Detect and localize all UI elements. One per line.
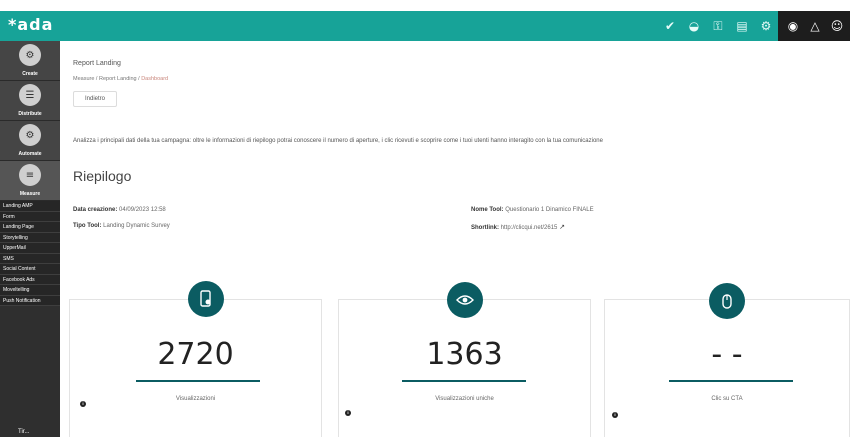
stat-label: Visualizzazioni uniche <box>435 396 494 402</box>
sidebar-item-push-notification[interactable]: Push Notification <box>0 295 60 306</box>
sidebar-section-distribute[interactable]: ☰ Distribute <box>0 81 60 121</box>
sidebar-section-automate[interactable]: ⚙ Automate <box>0 121 60 161</box>
gear-icon[interactable]: ⚙ <box>754 11 778 41</box>
stat-value: 2720 <box>157 337 234 372</box>
type-info: Tipo Tool: Landing Dynamic Survey <box>73 223 170 229</box>
created-label: Data creazione: <box>73 207 118 213</box>
stat-card-cta-clicks: - - Clic su CTA i <box>604 283 850 437</box>
section-title: Riepilogo <box>73 168 132 184</box>
mouse-click-icon <box>709 283 745 319</box>
stat-bar <box>669 380 793 382</box>
list-icon: ☰ <box>19 84 41 106</box>
created-info: Data creazione: 04/09/2023 12:58 <box>73 207 166 213</box>
info-icon[interactable]: i <box>80 401 86 407</box>
palette-icon: ⚙ <box>19 44 41 66</box>
created-value: 04/09/2023 12:58 <box>119 207 166 213</box>
sidebar-item-uppermail[interactable]: UpperMail <box>0 243 60 254</box>
stat-bar <box>136 380 260 382</box>
sidebar-section-label: Automate <box>18 151 42 157</box>
sidebar-section-create[interactable]: ⚙ Create <box>0 41 60 81</box>
stat-card-unique-views: 1363 Visualizzazioni uniche i <box>338 282 591 437</box>
measure-icon: ≡ <box>19 164 41 186</box>
back-button[interactable]: Indietro <box>73 91 117 107</box>
shortlink-value[interactable]: http://clicqui.net/2615 <box>501 225 558 231</box>
sidebar-item-sms[interactable]: SMS <box>0 253 60 264</box>
sidebar-item-moveltelling[interactable]: Moveltelling <box>0 285 60 296</box>
info-icon[interactable]: i <box>612 412 618 418</box>
sidebar-item-landing-amp[interactable]: Landing AMP <box>0 201 60 212</box>
stat-value: - - <box>711 337 743 372</box>
stat-label: Clic su CTA <box>711 396 743 402</box>
sidebar-item-landing-page[interactable]: Landing Page <box>0 222 60 233</box>
app-logo[interactable]: *ada <box>8 15 53 34</box>
sidebar-item-storytelling[interactable]: Storytelling <box>0 232 60 243</box>
mobile-tap-icon <box>188 281 224 317</box>
info-icon[interactable]: i <box>345 410 351 416</box>
help-icon[interactable]: ◉ <box>782 11 804 41</box>
key-icon[interactable]: ⚿ <box>706 11 730 41</box>
sidebar-section-label: Create <box>22 71 38 77</box>
type-label: Tipo Tool: <box>73 223 102 229</box>
sidebar: ⚙ Create ☰ Distribute ⚙ Automate ≡ Measu… <box>0 41 60 437</box>
stat-bar <box>402 380 526 382</box>
shortlink-label: Shortlink: <box>471 225 499 231</box>
stat-value: 1363 <box>426 337 503 372</box>
breadcrumb: Measure / Report Landing / Dashboard <box>73 76 168 82</box>
intro-text: Analizza i principali dati della tua cam… <box>73 138 603 144</box>
bell-icon[interactable]: △ <box>804 11 826 41</box>
main-content: Report Landing Measure / Report Landing … <box>60 41 850 437</box>
sidebar-item-social-content[interactable]: Social Content <box>0 264 60 275</box>
sidebar-section-label: Measure <box>19 191 41 197</box>
document-icon[interactable]: ▤ <box>730 11 754 41</box>
sidebar-bottom-label[interactable]: Tir... <box>0 429 60 437</box>
dashboard-icon[interactable]: ◒ <box>682 11 706 41</box>
top-icons: ✔ ◒ ⚿ ▤ ⚙ ◉ △ ☺ <box>658 11 850 41</box>
stat-card-views: 2720 Visualizzazioni i <box>69 281 322 437</box>
top-icons-dark-group: ◉ △ ☺ <box>778 11 850 41</box>
sidebar-section-label: Distribute <box>18 111 42 117</box>
automate-icon: ⚙ <box>19 124 41 146</box>
page-title: Report Landing <box>73 60 121 67</box>
name-value: Questionario 1 Dinamico FINALE <box>505 207 594 213</box>
sidebar-item-form[interactable]: Form <box>0 211 60 222</box>
shield-check-icon[interactable]: ✔ <box>658 11 682 41</box>
sidebar-item-facebook-ads[interactable]: Facebook Ads <box>0 274 60 285</box>
eye-icon <box>447 282 483 318</box>
name-label: Nome Tool: <box>471 207 504 213</box>
name-info: Nome Tool: Questionario 1 Dinamico FINAL… <box>471 207 594 213</box>
top-bar: *ada ✔ ◒ ⚿ ▤ ⚙ ◉ △ ☺ <box>0 11 850 41</box>
link-icon[interactable]: ↗ <box>559 223 565 231</box>
sidebar-section-measure[interactable]: ≡ Measure <box>0 161 60 201</box>
shortlink-info: Shortlink: http://clicqui.net/2615 ↗ <box>471 223 565 231</box>
breadcrumb-current: Dashboard <box>141 76 169 82</box>
breadcrumb-path[interactable]: Measure / Report Landing / <box>73 76 141 82</box>
stat-label: Visualizzazioni <box>175 396 216 402</box>
user-icon[interactable]: ☺ <box>826 11 848 41</box>
type-value: Landing Dynamic Survey <box>103 223 170 229</box>
